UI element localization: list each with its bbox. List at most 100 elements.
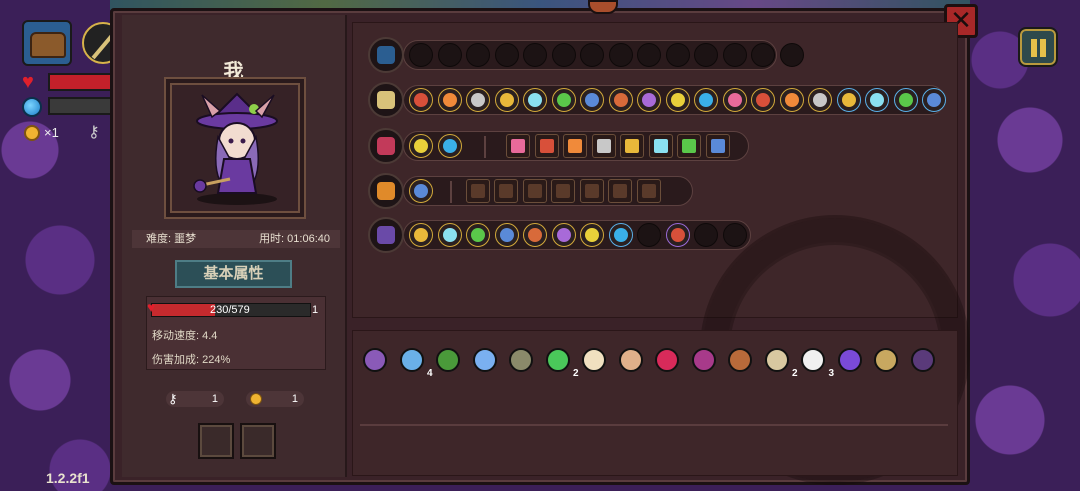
bone-item-icon[interactable]: 2 bbox=[762, 345, 798, 379]
damage-bonus-stat: 伤害加成: 224% bbox=[152, 354, 231, 366]
skill-slot-empty[interactable] bbox=[466, 43, 490, 67]
skill-slot[interactable] bbox=[579, 179, 604, 203]
skill-slot[interactable] bbox=[465, 179, 490, 203]
skill-slot[interactable] bbox=[779, 88, 804, 112]
skill-slot[interactable] bbox=[506, 134, 530, 158]
skill-slot-empty[interactable] bbox=[437, 43, 462, 67]
skill-slot[interactable] bbox=[522, 179, 547, 203]
chest-icon[interactable] bbox=[368, 37, 404, 73]
item-count: 2 bbox=[572, 368, 579, 379]
skill-slot[interactable] bbox=[523, 88, 547, 112]
skill-slot[interactable] bbox=[551, 179, 575, 203]
item-count: 3 bbox=[828, 368, 834, 379]
robe-item-icon[interactable] bbox=[908, 345, 938, 375]
skill-slot-empty[interactable] bbox=[779, 43, 804, 67]
teeth-item-icon[interactable]: 3 bbox=[798, 345, 834, 379]
skill-slot[interactable] bbox=[705, 134, 730, 158]
skill-slot[interactable] bbox=[636, 179, 661, 203]
skill-slot[interactable] bbox=[494, 179, 518, 203]
dagger-icon[interactable] bbox=[368, 217, 404, 253]
equipment-slot-empty[interactable] bbox=[198, 423, 234, 459]
skill-slot-empty[interactable] bbox=[551, 43, 576, 67]
witch-hat-item-icon[interactable] bbox=[835, 345, 865, 375]
skill-slot[interactable] bbox=[620, 134, 644, 158]
skill-slot[interactable] bbox=[437, 134, 462, 158]
skill-slot[interactable] bbox=[551, 88, 576, 112]
skill-row bbox=[403, 131, 749, 161]
crystal-lotus-item-icon[interactable]: 4 bbox=[397, 345, 433, 379]
hud-hp-bar bbox=[48, 73, 114, 91]
heart-crest-icon[interactable] bbox=[368, 128, 404, 164]
skill-slot[interactable] bbox=[637, 88, 661, 112]
skill-slot-empty[interactable] bbox=[694, 223, 718, 247]
skill-slot[interactable] bbox=[409, 88, 433, 112]
skill-slot[interactable] bbox=[409, 134, 433, 158]
skill-slot[interactable] bbox=[722, 88, 747, 112]
skill-slot[interactable] bbox=[665, 223, 690, 247]
skill-slot[interactable] bbox=[534, 134, 559, 158]
skill-slot-empty[interactable] bbox=[409, 43, 433, 67]
red-eye-item-icon[interactable] bbox=[652, 345, 682, 375]
skill-slot[interactable] bbox=[437, 88, 462, 112]
skill-slot[interactable] bbox=[608, 88, 633, 112]
helmet-item-icon[interactable] bbox=[871, 345, 901, 375]
skill-slot-empty[interactable] bbox=[722, 43, 747, 67]
mana-orb-icon bbox=[22, 97, 42, 117]
skill-slot[interactable] bbox=[665, 88, 690, 112]
skill-slot[interactable] bbox=[836, 88, 861, 112]
skill-slot[interactable] bbox=[466, 223, 490, 247]
bread-roll-item-icon[interactable] bbox=[616, 345, 646, 375]
skill-slot[interactable] bbox=[751, 88, 775, 112]
skill-slot[interactable] bbox=[865, 88, 889, 112]
skill-slot[interactable] bbox=[551, 223, 576, 247]
skill-slot[interactable] bbox=[580, 223, 604, 247]
purple-fish-item-icon[interactable] bbox=[689, 345, 719, 375]
skill-slot-empty[interactable] bbox=[722, 223, 747, 247]
skill-slot[interactable] bbox=[494, 88, 519, 112]
skill-slot-empty[interactable] bbox=[580, 43, 604, 67]
hp-extra-value: 1 bbox=[312, 304, 319, 316]
skill-slot[interactable] bbox=[694, 88, 718, 112]
skill-slot-empty[interactable] bbox=[494, 43, 519, 67]
equipment-slot-empty[interactable] bbox=[240, 423, 276, 459]
basic-attributes-tab[interactable]: 基本属性 bbox=[175, 260, 292, 288]
skill-slot[interactable] bbox=[580, 88, 604, 112]
skill-slot[interactable] bbox=[677, 134, 701, 158]
meat-item-icon[interactable] bbox=[725, 345, 755, 375]
clover-item-icon[interactable]: 2 bbox=[543, 345, 579, 379]
skill-slot[interactable] bbox=[893, 88, 918, 112]
skill-slot-empty[interactable] bbox=[751, 43, 775, 67]
staff-icon[interactable] bbox=[368, 82, 404, 118]
skill-slot[interactable] bbox=[437, 223, 462, 247]
skill-slot[interactable] bbox=[608, 179, 632, 203]
skill-slot-empty[interactable] bbox=[608, 43, 633, 67]
difficulty-label: 难度: 噩梦 bbox=[146, 233, 197, 245]
skill-slot[interactable] bbox=[409, 179, 433, 203]
hp-heart-icon: ♥ bbox=[147, 299, 156, 315]
witch-portrait-item-icon[interactable] bbox=[360, 345, 390, 375]
skill-row bbox=[403, 176, 693, 206]
skill-slot-empty[interactable] bbox=[665, 43, 690, 67]
skill-slot[interactable] bbox=[648, 134, 673, 158]
feather-item-icon[interactable] bbox=[579, 345, 609, 375]
spiked-mace-item-icon[interactable] bbox=[506, 345, 536, 375]
spellbook-icon[interactable] bbox=[368, 173, 404, 209]
skill-slot[interactable] bbox=[591, 134, 616, 158]
green-bell-item-icon[interactable] bbox=[433, 345, 463, 375]
skill-slot-empty[interactable] bbox=[637, 43, 661, 67]
skill-slot[interactable] bbox=[466, 88, 490, 112]
skill-slot[interactable] bbox=[494, 223, 519, 247]
skill-slot-empty[interactable] bbox=[523, 43, 547, 67]
chest-icon[interactable] bbox=[22, 20, 72, 66]
blue-egg-item-icon[interactable] bbox=[470, 345, 500, 375]
skill-slot[interactable] bbox=[409, 223, 433, 247]
skill-slot-empty[interactable] bbox=[694, 43, 718, 67]
skill-slot[interactable] bbox=[637, 223, 661, 247]
skill-slot[interactable] bbox=[608, 223, 633, 247]
skill-slot[interactable] bbox=[922, 88, 946, 112]
pause-button[interactable] bbox=[1018, 27, 1058, 67]
skill-slot[interactable] bbox=[523, 223, 547, 247]
skill-slot[interactable] bbox=[808, 88, 832, 112]
skill-slot[interactable] bbox=[563, 134, 587, 158]
key-counter: ⚷ 1 bbox=[166, 391, 224, 407]
